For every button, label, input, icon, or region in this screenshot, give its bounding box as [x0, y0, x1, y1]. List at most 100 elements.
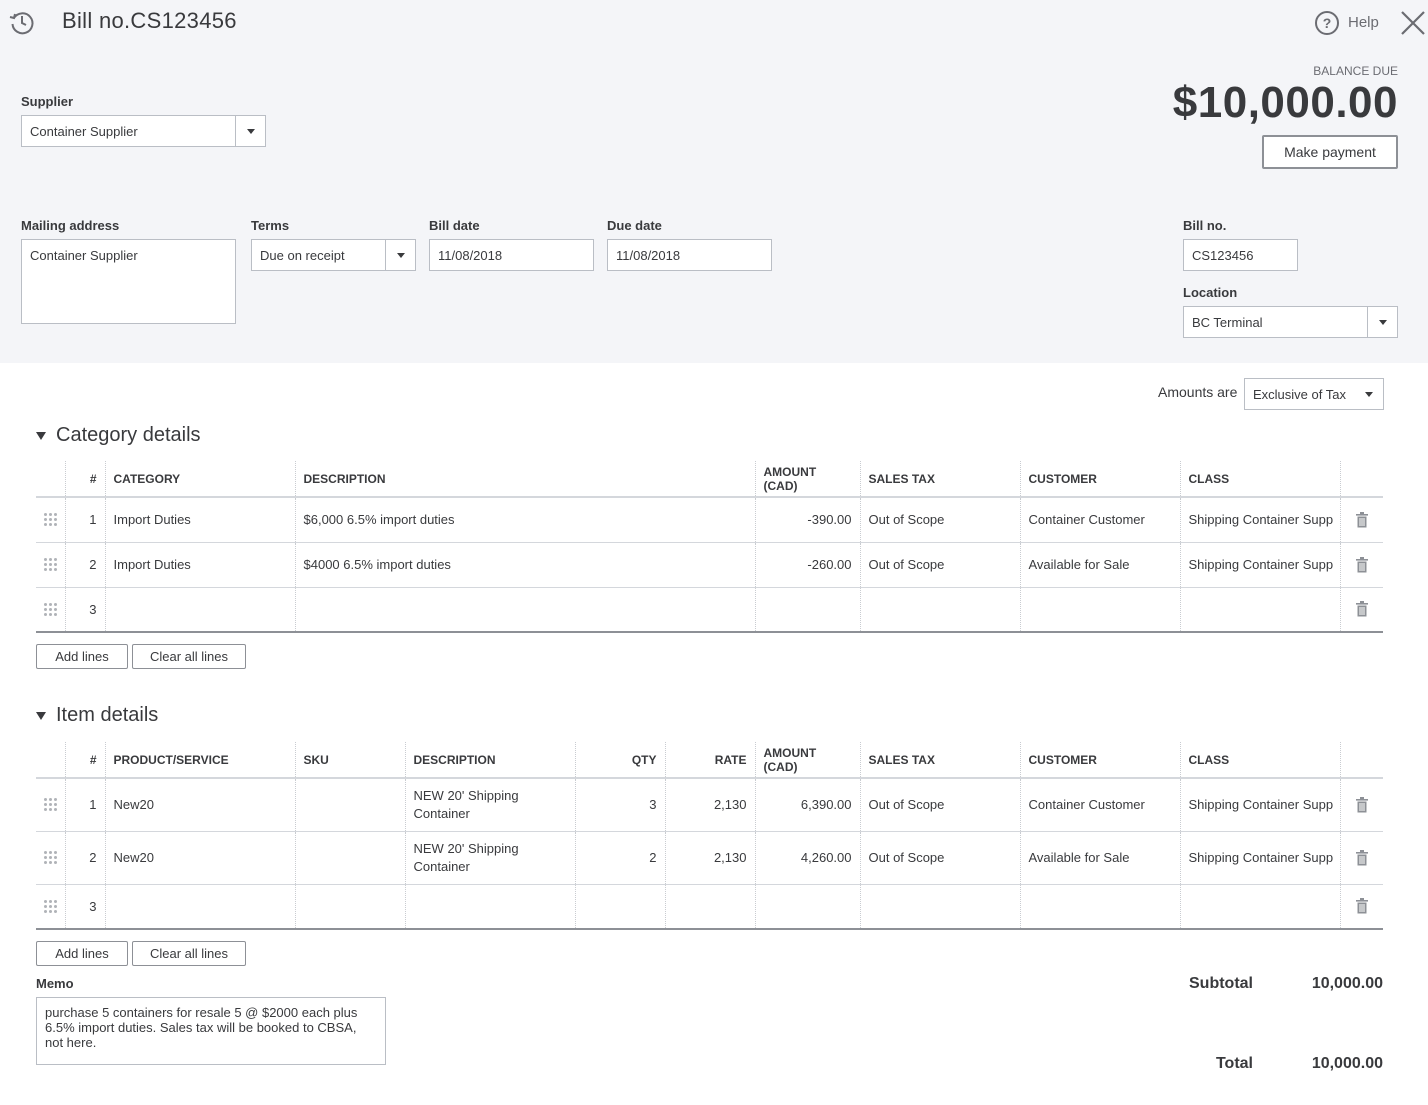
drag-handle-icon[interactable] — [36, 778, 65, 832]
description-cell[interactable] — [294, 587, 755, 633]
item-add-lines-button[interactable]: Add lines — [36, 941, 128, 966]
trash-icon[interactable] — [1339, 778, 1383, 832]
sku-cell[interactable] — [294, 884, 405, 930]
description-cell[interactable]: NEW 20' Shipping Container — [404, 778, 575, 832]
class-cell[interactable]: Shipping Container Supp — [1179, 831, 1340, 885]
column-header: DESCRIPTION — [294, 461, 755, 498]
rate-cell[interactable]: 2,130 — [664, 831, 755, 885]
chevron-down-icon[interactable] — [1367, 307, 1397, 337]
history-icon[interactable] — [8, 8, 36, 36]
help-icon[interactable]: ? — [1314, 10, 1340, 36]
class-cell[interactable] — [1179, 884, 1340, 930]
product-cell[interactable]: New20 — [104, 831, 295, 885]
table-row[interactable]: 1 Import Duties $6,000 6.5% import dutie… — [36, 497, 1383, 543]
drag-handle-icon[interactable] — [36, 587, 65, 633]
item-clear-lines-button[interactable]: Clear all lines — [132, 941, 246, 966]
table-row[interactable]: 3 — [36, 884, 1383, 930]
qty-cell[interactable] — [574, 884, 665, 930]
sales-tax-cell[interactable] — [859, 587, 1020, 633]
sales-tax-cell[interactable]: Out of Scope — [859, 778, 1020, 832]
page-title: Bill no.CS123456 — [62, 8, 237, 33]
customer-cell[interactable]: Available for Sale — [1019, 542, 1180, 588]
drag-handle-icon[interactable] — [36, 831, 65, 885]
amounts-are-label: Amounts are — [1158, 384, 1238, 400]
class-cell[interactable]: Shipping Container Supp — [1179, 497, 1340, 543]
drag-handle-icon[interactable] — [36, 884, 65, 930]
table-row[interactable]: 1 New20 NEW 20' Shipping Container 3 2,1… — [36, 778, 1383, 832]
table-row[interactable]: 2 New20 NEW 20' Shipping Container 2 2,1… — [36, 831, 1383, 885]
category-cell[interactable]: Import Duties — [104, 497, 295, 543]
category-cell[interactable] — [104, 587, 295, 633]
caret-down-icon — [36, 711, 46, 720]
mailing-address-input[interactable]: Container Supplier — [21, 239, 236, 324]
sales-tax-cell[interactable]: Out of Scope — [859, 542, 1020, 588]
item-details-header[interactable]: Item details — [36, 704, 158, 727]
trash-icon[interactable] — [1339, 884, 1383, 930]
product-cell[interactable] — [104, 884, 295, 930]
customer-cell[interactable]: Container Customer — [1019, 497, 1180, 543]
rate-cell[interactable] — [664, 884, 755, 930]
amounts-are-select[interactable]: Exclusive of Tax — [1244, 378, 1384, 410]
drag-handle-icon[interactable] — [36, 542, 65, 588]
description-cell[interactable]: NEW 20' Shipping Container — [404, 831, 575, 885]
category-add-lines-button[interactable]: Add lines — [36, 644, 128, 669]
description-cell[interactable]: $6,000 6.5% import duties — [294, 497, 755, 543]
sales-tax-cell[interactable]: Out of Scope — [859, 497, 1020, 543]
customer-cell[interactable] — [1019, 587, 1180, 633]
help-link[interactable]: Help — [1348, 14, 1379, 31]
close-icon[interactable] — [1399, 9, 1427, 37]
customer-cell[interactable]: Container Customer — [1019, 778, 1180, 832]
sku-cell[interactable] — [294, 778, 405, 832]
class-cell[interactable] — [1179, 587, 1340, 633]
column-header: CUSTOMER — [1019, 742, 1180, 779]
row-number: 1 — [64, 778, 105, 832]
rate-cell[interactable]: 2,130 — [664, 778, 755, 832]
category-details-header[interactable]: Category details — [36, 424, 201, 447]
trash-icon[interactable] — [1339, 831, 1383, 885]
sales-tax-cell[interactable]: Out of Scope — [859, 831, 1020, 885]
qty-cell[interactable]: 2 — [574, 831, 665, 885]
column-header: AMOUNT (CAD) — [754, 742, 860, 779]
customer-cell[interactable] — [1019, 884, 1180, 930]
sales-tax-cell[interactable] — [859, 884, 1020, 930]
chevron-down-icon[interactable] — [385, 240, 415, 270]
supplier-select[interactable]: Container Supplier — [21, 115, 266, 147]
class-cell[interactable]: Shipping Container Supp — [1179, 542, 1340, 588]
location-select[interactable]: BC Terminal — [1183, 306, 1398, 338]
product-cell[interactable]: New20 — [104, 778, 295, 832]
class-cell[interactable]: Shipping Container Supp — [1179, 778, 1340, 832]
column-header: # — [64, 742, 105, 779]
trash-icon[interactable] — [1339, 587, 1383, 633]
item-table: # PRODUCT/SERVICE SKU DESCRIPTION QTY RA… — [36, 742, 1383, 930]
amount-cell[interactable]: -390.00 — [754, 497, 860, 543]
description-cell[interactable] — [404, 884, 575, 930]
customer-cell[interactable]: Available for Sale — [1019, 831, 1180, 885]
make-payment-button[interactable]: Make payment — [1262, 135, 1398, 169]
amount-cell[interactable] — [754, 587, 860, 633]
trash-icon[interactable] — [1339, 497, 1383, 543]
amounts-are-value: Exclusive of Tax — [1253, 386, 1346, 402]
amount-cell[interactable]: -260.00 — [754, 542, 860, 588]
total-label: Total — [1215, 1055, 1253, 1072]
column-header: PRODUCT/SERVICE — [104, 742, 295, 779]
amount-cell[interactable] — [754, 884, 860, 930]
chevron-down-icon[interactable] — [1365, 392, 1373, 397]
sku-cell[interactable] — [294, 831, 405, 885]
terms-select[interactable]: Due on receipt — [251, 239, 416, 271]
qty-cell[interactable]: 3 — [574, 778, 665, 832]
drag-handle-icon[interactable] — [36, 497, 65, 543]
description-cell[interactable]: $4000 6.5% import duties — [294, 542, 755, 588]
bill-date-input[interactable]: 11/08/2018 — [429, 239, 594, 271]
category-cell[interactable]: Import Duties — [104, 542, 295, 588]
category-clear-lines-button[interactable]: Clear all lines — [132, 644, 246, 669]
bill-no-input[interactable]: CS123456 — [1183, 239, 1298, 271]
table-row[interactable]: 3 — [36, 587, 1383, 633]
amount-cell[interactable]: 4,260.00 — [754, 831, 860, 885]
memo-input[interactable]: purchase 5 containers for resale 5 @ $20… — [36, 997, 386, 1065]
amount-cell[interactable]: 6,390.00 — [754, 778, 860, 832]
memo-label: Memo — [36, 976, 74, 991]
due-date-input[interactable]: 11/08/2018 — [607, 239, 772, 271]
trash-icon[interactable] — [1339, 542, 1383, 588]
table-row[interactable]: 2 Import Duties $4000 6.5% import duties… — [36, 542, 1383, 588]
chevron-down-icon[interactable] — [235, 116, 265, 146]
